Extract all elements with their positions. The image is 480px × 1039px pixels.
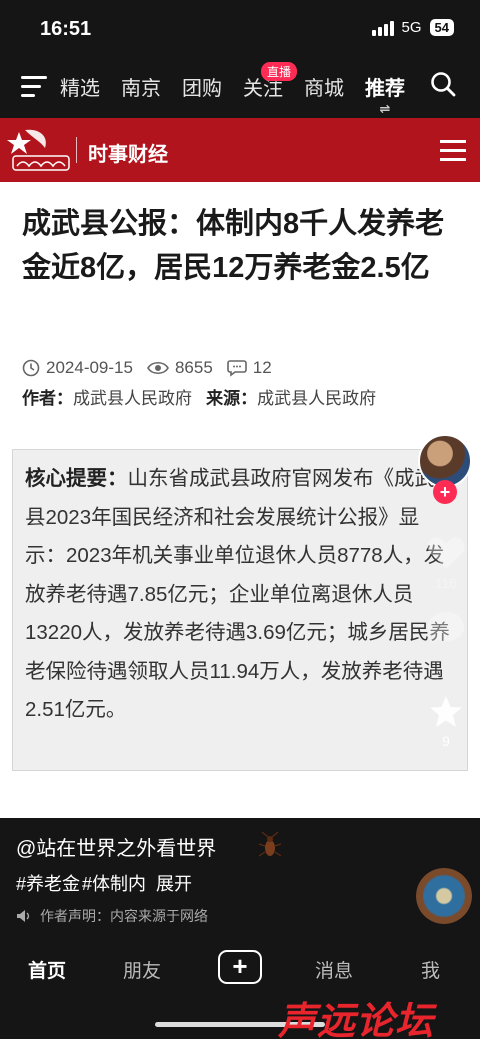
tab-mall[interactable]: 商城 bbox=[304, 72, 344, 101]
video-info: @站在世界之外看世界 #养老金 #体制内 展开 作者声明：内容来源于网络 bbox=[0, 818, 480, 938]
author-label: 作者： bbox=[22, 389, 73, 408]
tab-me[interactable]: 我 bbox=[421, 956, 440, 983]
tab-home[interactable]: 首页 bbox=[28, 956, 66, 983]
favorite-button[interactable]: 9 bbox=[424, 695, 468, 749]
create-button[interactable]: + bbox=[218, 950, 262, 984]
article-headline: 成武县公报：体制内8千人发养老金近8亿，居民12万养老金2.5亿 bbox=[22, 208, 445, 284]
article-view[interactable]: 时事财经 成武县公报：体制内8千人发养老金近8亿，居民12万养老金2.5亿 20… bbox=[0, 118, 480, 818]
header-divider bbox=[76, 137, 77, 163]
site-menu-icon bbox=[440, 140, 466, 167]
eye-icon bbox=[147, 361, 169, 375]
comment-bubble-icon bbox=[428, 612, 464, 644]
article-meta: 2024-09-15 8655 12 bbox=[22, 358, 278, 378]
share-icon bbox=[428, 784, 464, 814]
summary-label: 核心提要： bbox=[25, 467, 128, 490]
summary-body: 山东省成武县政府官网发布《成武县2023年国民经济和社会发展统计公报》显示：20… bbox=[25, 467, 450, 721]
status-indicators: 5G 54 bbox=[371, 19, 454, 36]
follow-button[interactable]: + bbox=[433, 480, 457, 504]
status-bar: 16:51 5G 54 bbox=[0, 0, 480, 58]
site-header: 时事财经 bbox=[0, 118, 480, 182]
view-count: 8655 bbox=[174, 358, 213, 377]
menu-icon[interactable] bbox=[21, 76, 47, 98]
tab-messages[interactable]: 消息 bbox=[315, 956, 353, 983]
source-label: 来源： bbox=[206, 389, 258, 408]
tab-recommended[interactable]: 推荐 ⇌ bbox=[365, 72, 405, 116]
star-icon bbox=[430, 696, 462, 727]
tab-friends[interactable]: 朋友 bbox=[123, 956, 161, 983]
comment-count: 12 bbox=[252, 358, 272, 377]
watermark-logo: 声远论坛 bbox=[278, 1001, 435, 1039]
tag-pension[interactable]: #养老金 bbox=[16, 874, 80, 894]
like-button[interactable]: 116 bbox=[424, 535, 468, 591]
network-label: 5G bbox=[401, 19, 422, 36]
comment-icon bbox=[226, 360, 247, 377]
summary-text: 核心提要：山东省成武县政府官网发布《成武县2023年国民经济和社会发展统计公报》… bbox=[25, 460, 455, 730]
heart-icon bbox=[427, 537, 465, 569]
clock-icon bbox=[22, 359, 40, 377]
comment-button[interactable] bbox=[424, 610, 468, 650]
music-disc-icon[interactable] bbox=[416, 868, 472, 924]
favorite-count: 9 bbox=[442, 733, 450, 749]
speaker-icon bbox=[17, 910, 30, 922]
tab-group-buy[interactable]: 团购 bbox=[182, 72, 222, 101]
tag-list: #养老金 #体制内 展开 bbox=[16, 870, 194, 896]
battery-icon: 54 bbox=[429, 19, 454, 36]
search-icon[interactable] bbox=[430, 71, 456, 97]
bottom-tab-bar: 首页 朋友 + 消息 我 声远论坛 bbox=[0, 938, 480, 1039]
creator-name[interactable]: @站在世界之外看世界 bbox=[16, 832, 216, 861]
live-badge[interactable]: 直播 bbox=[261, 62, 298, 81]
status-time: 16:51 bbox=[40, 18, 92, 40]
expand-link[interactable]: 展开 bbox=[156, 874, 192, 894]
author-notice: 作者声明：内容来源于网络 bbox=[16, 906, 208, 926]
author-row: 作者：成武县人民政府 来源：成武县人民政府 bbox=[22, 384, 376, 409]
cricket-icon bbox=[258, 832, 282, 857]
top-nav: 精选 南京 团购 关注 商城 推荐 ⇌ 直播 bbox=[0, 58, 480, 118]
source-name: 成武县人民政府 bbox=[257, 389, 377, 408]
nav-tabs: 精选 南京 团购 关注 商城 推荐 ⇌ bbox=[60, 72, 426, 116]
signal-icon bbox=[371, 20, 394, 36]
notice-text: 作者声明：内容来源于网络 bbox=[40, 908, 208, 924]
summary-box: 核心提要：山东省成武县政府官网发布《成武县2023年国民经济和社会发展统计公报》… bbox=[12, 449, 468, 771]
tab-recommended-label: 推荐 bbox=[365, 78, 405, 100]
article-date: 2024-09-15 bbox=[46, 358, 133, 377]
tag-system[interactable]: #体制内 bbox=[82, 874, 146, 894]
like-count: 116 bbox=[434, 575, 458, 591]
section-title: 时事财经 bbox=[88, 144, 168, 166]
site-logo-icon bbox=[7, 129, 70, 171]
refresh-icon: ⇌ bbox=[379, 101, 391, 116]
author-name: 成武县人民政府 bbox=[73, 389, 192, 408]
tab-nanjing[interactable]: 南京 bbox=[121, 72, 161, 101]
tab-featured[interactable]: 精选 bbox=[60, 72, 100, 101]
